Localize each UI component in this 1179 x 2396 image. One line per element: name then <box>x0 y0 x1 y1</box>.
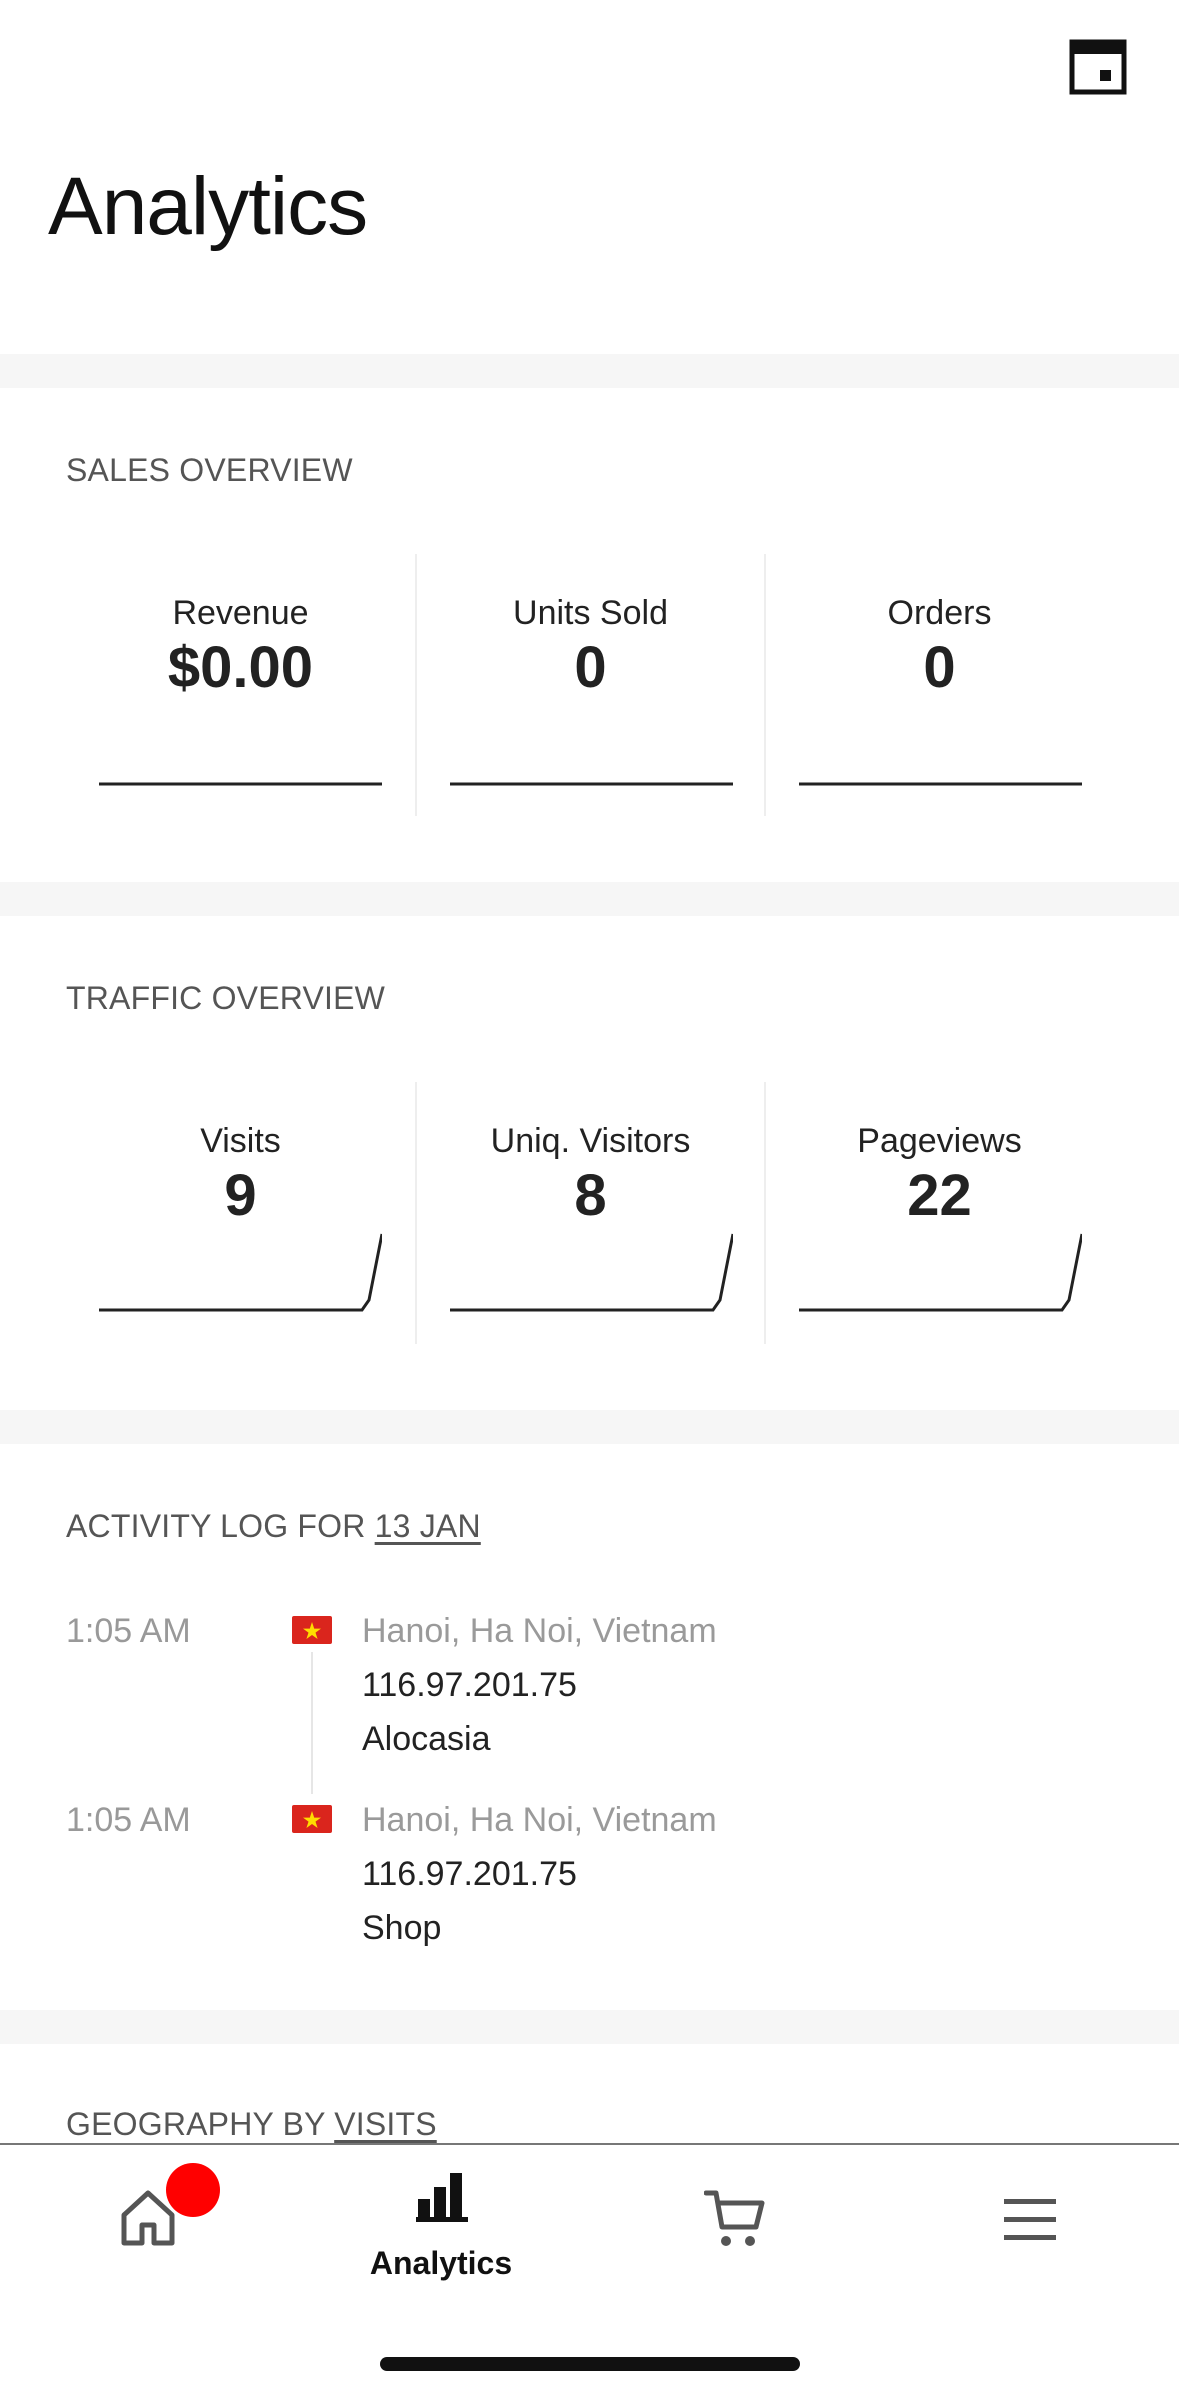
stat-value: 22 <box>907 1163 972 1228</box>
page-title: Analytics <box>48 161 368 252</box>
menu-icon <box>1004 2199 1056 2240</box>
activity-log-title: ACTIVITY LOG FOR 13 JAN <box>66 1508 481 1545</box>
calendar-icon <box>1069 39 1127 95</box>
stat-unique-visitors[interactable]: Uniq. Visitors 8 <box>415 1082 764 1344</box>
geography-title-prefix: GEOGRAPHY BY <box>66 2106 335 2142</box>
units-sold-sparkline <box>450 782 733 786</box>
entry-location: Hanoi, Ha Noi, Vietnam <box>362 1801 717 1839</box>
home-indicator <box>380 2357 800 2371</box>
geography-title: GEOGRAPHY BY VISITS <box>66 2106 437 2143</box>
entry-ip: 116.97.201.75 <box>362 1666 577 1704</box>
tab-cart[interactable] <box>588 2145 882 2305</box>
traffic-overview-card: TRAFFIC OVERVIEW Visits 9 Uniq. Visitors… <box>0 916 1179 1410</box>
entry-time: 1:05 AM <box>66 1801 191 1839</box>
stat-units-sold[interactable]: Units Sold 0 <box>415 554 764 816</box>
stat-label: Uniq. Visitors <box>490 1122 691 1160</box>
stat-revenue[interactable]: Revenue $0.00 <box>66 554 415 816</box>
activity-log-title-prefix: ACTIVITY LOG FOR <box>66 1508 375 1544</box>
stat-label: Visits <box>200 1122 281 1160</box>
sales-stats: Revenue $0.00 Units Sold 0 Orders 0 <box>66 554 1113 816</box>
traffic-overview-title: TRAFFIC OVERVIEW <box>66 980 386 1016</box>
entry-page: Alocasia <box>362 1720 491 1758</box>
header: Analytics <box>0 0 1179 354</box>
stat-value: $0.00 <box>167 635 314 700</box>
bar-chart-icon <box>416 2173 468 2222</box>
stat-visits[interactable]: Visits 9 <box>66 1082 415 1344</box>
vietnam-flag-icon <box>292 1805 332 1833</box>
stat-value: 0 <box>923 635 956 700</box>
activity-date-link[interactable]: 13 JAN <box>375 1508 481 1544</box>
sales-overview-card: SALES OVERVIEW Revenue $0.00 Units Sold … <box>0 388 1179 882</box>
unique-visitors-sparkline <box>450 1233 733 1312</box>
stat-value: 9 <box>224 1163 257 1228</box>
entry-location: Hanoi, Ha Noi, Vietnam <box>362 1612 717 1650</box>
timeline-connector <box>311 1652 313 1794</box>
revenue-sparkline <box>99 782 382 786</box>
entry-ip: 116.97.201.75 <box>362 1855 577 1893</box>
tab-label: Analytics <box>369 2245 513 2281</box>
calendar-button[interactable] <box>1068 38 1128 96</box>
stat-value: 0 <box>574 635 607 700</box>
pageviews-sparkline <box>799 1233 1082 1312</box>
orders-sparkline <box>799 782 1082 786</box>
vietnam-flag-icon <box>292 1616 332 1644</box>
stat-label: Revenue <box>172 594 309 632</box>
stat-label: Units Sold <box>513 594 668 632</box>
geography-metric-link[interactable]: VISITS <box>334 2106 437 2142</box>
visits-sparkline <box>99 1233 382 1312</box>
tab-home[interactable] <box>0 2145 294 2305</box>
traffic-stats: Visits 9 Uniq. Visitors 8 Pageviews 22 <box>66 1082 1113 1344</box>
cart-icon <box>704 2190 765 2246</box>
stat-label: Orders <box>887 594 992 632</box>
tab-analytics[interactable]: Analytics <box>294 2145 588 2305</box>
activity-log-card: ACTIVITY LOG FOR 13 JAN 1:05 AM Hanoi, H… <box>0 1444 1179 2010</box>
stat-pageviews[interactable]: Pageviews 22 <box>764 1082 1113 1344</box>
entry-time: 1:05 AM <box>66 1612 191 1650</box>
sales-overview-title: SALES OVERVIEW <box>66 452 353 488</box>
stat-value: 8 <box>574 1163 607 1228</box>
stat-label: Pageviews <box>857 1122 1022 1160</box>
tab-menu[interactable] <box>882 2145 1176 2305</box>
notification-badge <box>166 2163 220 2217</box>
bottom-tab-bar: Analytics <box>0 2143 1179 2396</box>
entry-page: Shop <box>362 1909 442 1947</box>
stat-orders[interactable]: Orders 0 <box>764 554 1113 816</box>
